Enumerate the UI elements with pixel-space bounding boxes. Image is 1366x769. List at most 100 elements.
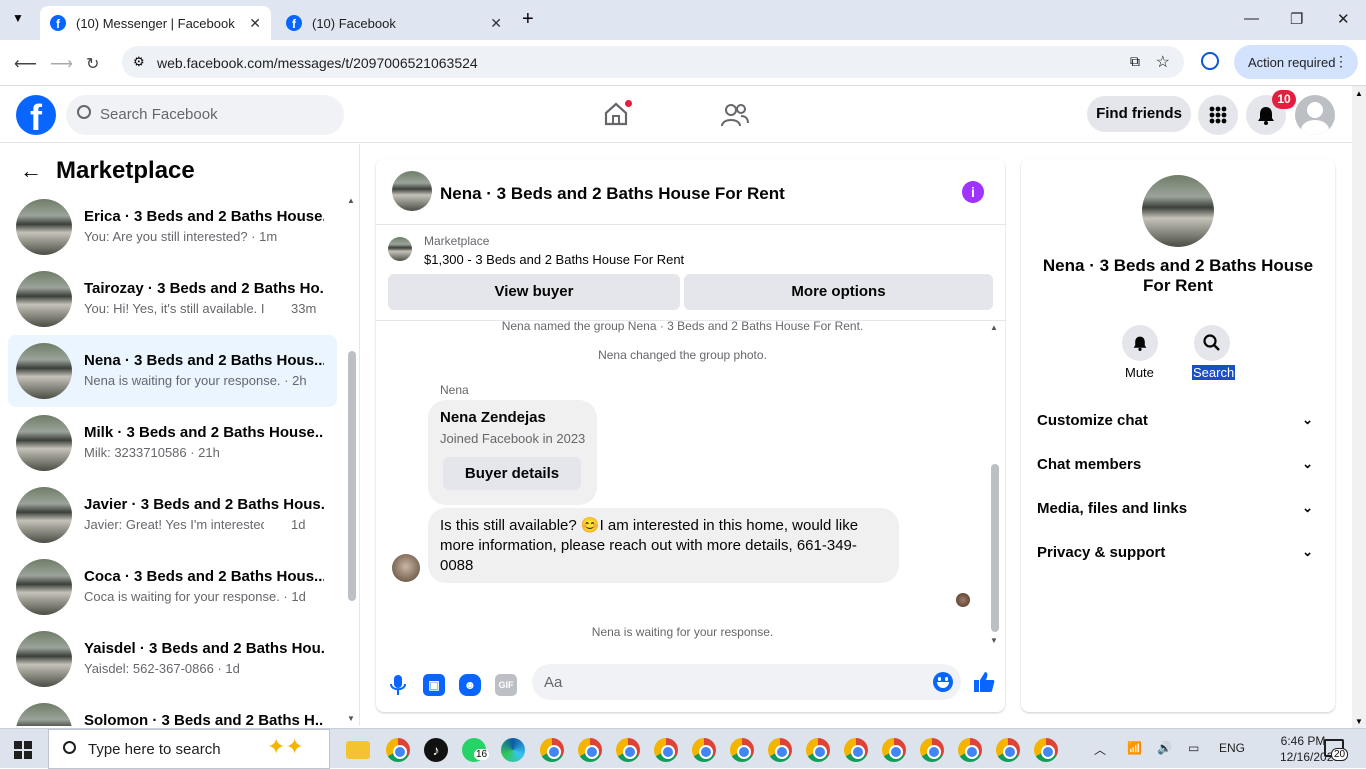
search-label: Search <box>1192 365 1236 380</box>
conversation-thumbnail <box>16 559 72 615</box>
message-input[interactable]: Aa <box>532 664 961 700</box>
marketplace-conversation-list: ← Marketplace Erica · 3 Beds and 2 Baths… <box>0 144 360 726</box>
language-indicator[interactable]: ENG <box>1219 741 1245 755</box>
microphone-icon[interactable] <box>390 674 406 696</box>
chrome-profile-icon[interactable] <box>806 738 830 762</box>
chrome-profile-icon[interactable] <box>996 738 1020 762</box>
reload-icon[interactable]: ↻ <box>86 54 99 74</box>
mute-button[interactable] <box>1122 325 1158 361</box>
find-friends-button[interactable]: Find friends <box>1087 96 1191 132</box>
forward-icon[interactable]: ⟶ <box>50 54 73 74</box>
listing-thumbnail[interactable] <box>388 237 412 261</box>
chrome-profile-icon[interactable] <box>616 738 640 762</box>
conversation-snippet: Coca is waiting for your response. · 1d <box>84 589 306 604</box>
clock[interactable]: 6:46 PM 12/16/2025 <box>1280 733 1340 765</box>
conversation-item[interactable]: Yaisdel · 3 Beds and 2 Baths Hou... Yaisd… <box>8 623 337 695</box>
chrome-profile-icon[interactable] <box>920 738 944 762</box>
action-required-label: Action required <box>1248 55 1336 70</box>
facebook-search-input[interactable]: Search Facebook <box>66 95 344 135</box>
chat-group-photo[interactable] <box>392 171 432 211</box>
message-bubble[interactable]: Is this still available? 😊I am intereste… <box>428 508 899 583</box>
conversation-scrollbar[interactable] <box>348 351 356 601</box>
marketplace-label: Marketplace <box>424 234 490 248</box>
account-avatar[interactable] <box>1295 95 1335 135</box>
more-options-button[interactable]: More options <box>684 274 993 310</box>
conversation-name: Coca · 3 Beds and 2 Baths Hous... <box>84 568 324 585</box>
gif-icon[interactable]: GIF <box>495 674 517 696</box>
show-hidden-icons[interactable]: ︿ <box>1094 741 1106 758</box>
chrome-profile-icon[interactable] <box>1034 738 1058 762</box>
new-tab-icon[interactable]: + <box>522 8 534 31</box>
conversation-item[interactable]: Javier · 3 Beds and 2 Baths Hous... Javie… <box>8 479 337 551</box>
menu-kebab-icon[interactable]: ⋮ <box>1334 53 1348 70</box>
close-window-icon[interactable]: ✕ <box>1337 10 1350 28</box>
listing-price-title[interactable]: $1,300 - 3 Beds and 2 Baths House For Re… <box>424 252 684 267</box>
url-field[interactable]: ⚙ web.facebook.com/messages/t/2097006521… <box>122 46 1184 78</box>
taskbar-search-input[interactable]: Type here to search ✦✦ <box>48 729 330 769</box>
conversation-item[interactable]: Tairozay · 3 Beds and 2 Baths Ho... You: … <box>8 263 337 335</box>
tab-messenger[interactable]: f (10) Messenger | Facebook ✕ <box>40 6 271 40</box>
chrome-profile-icon[interactable] <box>768 738 792 762</box>
tab-facebook[interactable]: f (10) Facebook ✕ <box>276 6 512 40</box>
chrome-profile-icon[interactable] <box>540 738 564 762</box>
chat-scrollbar[interactable] <box>991 464 999 632</box>
privacy-support-section[interactable]: Privacy & support ⌄ <box>1037 544 1319 568</box>
bookmark-star-icon[interactable]: ☆ <box>1156 52 1170 72</box>
sender-avatar[interactable] <box>392 554 420 582</box>
back-icon[interactable]: ⟵ <box>14 54 37 74</box>
chrome-profile-icon[interactable] <box>844 738 868 762</box>
conversation-item[interactable]: Milk · 3 Beds and 2 Baths House... Milk: … <box>8 407 337 479</box>
conversation-item[interactable]: Solomon · 3 Beds and 2 Baths H... <box>8 695 337 726</box>
chrome-profile-icon[interactable] <box>578 738 602 762</box>
close-tab-icon[interactable]: ✕ <box>490 15 502 32</box>
chrome-profile-icon[interactable] <box>882 738 906 762</box>
system-message: Nena named the group Nena · 3 Beds and 2… <box>501 319 864 333</box>
friends-icon[interactable] <box>721 102 749 128</box>
chrome-profile-icon[interactable] <box>654 738 678 762</box>
tab-search-chevron-icon[interactable]: ▼ <box>12 11 24 25</box>
close-tab-icon[interactable]: ✕ <box>249 15 261 32</box>
view-buyer-button[interactable]: View buyer <box>388 274 680 310</box>
sticker-icon[interactable]: ☻ <box>459 674 481 696</box>
group-photo-large[interactable] <box>1142 175 1214 247</box>
emoji-icon[interactable] <box>933 672 953 692</box>
chat-members-section[interactable]: Chat members ⌄ <box>1037 456 1319 480</box>
photo-icon[interactable]: ▣ <box>423 674 445 696</box>
conversation-thumbnail <box>16 271 72 327</box>
install-app-icon[interactable]: ⧉ <box>1130 53 1140 70</box>
chat-title[interactable]: Nena · 3 Beds and 2 Baths House For Rent <box>440 184 785 204</box>
maximize-icon[interactable]: ❐ <box>1290 10 1303 28</box>
file-explorer-icon[interactable] <box>346 741 370 759</box>
chrome-icon[interactable] <box>386 738 410 762</box>
info-icon[interactable]: i <box>962 181 984 203</box>
action-required-button[interactable]: Action required ⋮ <box>1234 45 1358 79</box>
tab-title: (10) Facebook <box>312 15 396 31</box>
tiktok-icon[interactable]: ♪ <box>424 738 448 762</box>
like-thumb-icon[interactable] <box>973 671 995 693</box>
conversation-item[interactable]: Nena · 3 Beds and 2 Baths Hous... Nena is… <box>8 335 337 407</box>
chrome-profile-icon[interactable] <box>692 738 716 762</box>
chrome-profile-icon[interactable] <box>730 738 754 762</box>
back-arrow-icon[interactable]: ← <box>20 158 42 184</box>
page-scrollbar[interactable]: ▲ ▼ <box>1352 86 1366 728</box>
conversation-item[interactable]: Coca · 3 Beds and 2 Baths Hous... Coca is… <box>8 551 337 623</box>
menu-grid-button[interactable] <box>1198 95 1238 135</box>
conversation-item[interactable]: Erica · 3 Beds and 2 Baths House... You: … <box>8 191 337 263</box>
windows-start-icon[interactable] <box>14 741 32 759</box>
chevron-down-icon: ⌄ <box>1302 412 1313 427</box>
menu-grid-icon <box>1209 106 1227 124</box>
volume-icon[interactable]: 🔊 <box>1157 741 1172 755</box>
network-icon[interactable]: 📶 <box>1127 741 1142 755</box>
search-in-chat-button[interactable] <box>1194 325 1230 361</box>
facebook-logo-icon[interactable]: f <box>16 95 56 135</box>
media-files-links-section[interactable]: Media, files and links ⌄ <box>1037 500 1319 524</box>
profile-icon[interactable] <box>1201 52 1219 70</box>
customize-chat-section[interactable]: Customize chat ⌄ <box>1037 412 1319 436</box>
address-bar: ⟵ ⟶ ↻ ⚙ web.facebook.com/messages/t/2097… <box>0 40 1366 86</box>
edge-icon[interactable] <box>501 738 525 762</box>
site-info-icon[interactable]: ⚙ <box>133 54 145 70</box>
chrome-profile-icon[interactable] <box>958 738 982 762</box>
battery-icon[interactable]: ▭ <box>1188 741 1199 755</box>
minimize-icon[interactable]: — <box>1244 10 1259 27</box>
buyer-details-button[interactable]: Buyer details <box>443 457 581 490</box>
